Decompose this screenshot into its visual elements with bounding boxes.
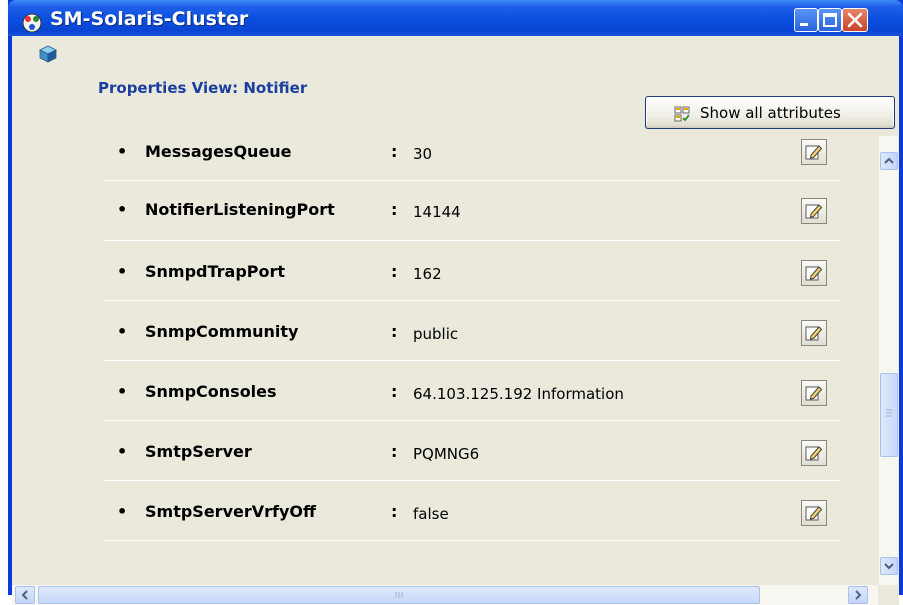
vertical-scroll-thumb[interactable] (880, 373, 898, 457)
bullet: • (117, 262, 128, 281)
edit-icon (805, 326, 823, 341)
properties-list: • MessagesQueue : 30 • NotifierListening… (12, 136, 878, 585)
edit-icon (805, 266, 823, 281)
list-item: • SmtpServerVrfyOff : false (12, 481, 878, 541)
show-attributes-icon (674, 106, 690, 122)
close-icon (847, 12, 863, 28)
property-value: 162 (413, 265, 442, 283)
page-title: Properties View: Notifier (98, 79, 308, 97)
bullet: • (117, 142, 128, 161)
chevron-left-icon (21, 590, 28, 600)
list-item: • SnmpConsoles : 64.103.125.192 Informat… (12, 361, 878, 421)
scroll-right-button[interactable] (848, 586, 868, 604)
grip-icon (395, 592, 403, 598)
scroll-down-button[interactable] (880, 557, 898, 575)
property-value: 14144 (413, 203, 461, 221)
scroll-up-button[interactable] (880, 152, 898, 170)
separator: : (391, 262, 398, 281)
app-window: SM-Solaris-Cluster Properties View: Noti… (8, 0, 903, 605)
horizontal-scrollbar[interactable] (12, 585, 878, 605)
scrollbar-corner (878, 585, 899, 605)
edit-button[interactable] (801, 440, 827, 466)
bullet: • (117, 200, 128, 219)
property-name: SmtpServerVrfyOff (145, 502, 316, 521)
window-client: Properties View: Notifier Show all attri… (12, 36, 899, 605)
close-button[interactable] (842, 8, 868, 32)
list-item: • SnmpCommunity : public (12, 301, 878, 361)
show-all-attributes-button[interactable]: Show all attributes (645, 96, 895, 129)
edit-icon (805, 145, 823, 160)
list-item: • MessagesQueue : 30 (12, 136, 878, 181)
property-name: MessagesQueue (145, 142, 292, 161)
bullet: • (117, 382, 128, 401)
scroll-left-button[interactable] (15, 586, 35, 604)
separator: : (391, 142, 398, 161)
property-value: 64.103.125.192 Information (413, 385, 624, 403)
chevron-right-icon (855, 590, 862, 600)
edit-button[interactable] (801, 500, 827, 526)
separator: : (391, 502, 398, 521)
row-divider (104, 540, 840, 541)
cube-icon (39, 45, 57, 63)
list-item: • NotifierListeningPort : 14144 (12, 181, 878, 241)
property-name: SnmpCommunity (145, 322, 299, 341)
title-bar[interactable]: SM-Solaris-Cluster (8, 0, 903, 36)
property-value: 30 (413, 145, 433, 163)
bullet: • (117, 322, 128, 341)
window-title: SM-Solaris-Cluster (50, 8, 249, 30)
show-all-attributes-label: Show all attributes (700, 104, 841, 122)
property-value: PQMNG6 (413, 445, 480, 463)
edit-icon (805, 386, 823, 401)
vertical-scrollbar[interactable] (878, 136, 898, 585)
property-name: SnmpConsoles (145, 382, 277, 401)
list-item: • SnmpdTrapPort : 162 (12, 241, 878, 301)
list-item: • SmtpServer : PQMNG6 (12, 421, 878, 481)
separator: : (391, 322, 398, 341)
chevron-up-icon (884, 157, 894, 164)
edit-button[interactable] (801, 320, 827, 346)
edit-button[interactable] (801, 139, 827, 165)
edit-icon (805, 446, 823, 461)
edit-button[interactable] (801, 380, 827, 406)
maximize-icon (823, 13, 837, 27)
bullet: • (117, 442, 128, 461)
cluster-app-icon (22, 13, 42, 33)
chevron-down-icon (884, 563, 894, 570)
separator: : (391, 200, 398, 219)
separator: : (391, 382, 398, 401)
property-value: public (413, 325, 459, 343)
minimize-button[interactable] (794, 8, 818, 32)
property-name: SnmpdTrapPort (145, 262, 286, 281)
property-value: false (413, 505, 449, 523)
edit-icon (805, 506, 823, 521)
grip-icon (886, 409, 892, 417)
property-name: SmtpServer (145, 442, 252, 461)
maximize-button[interactable] (818, 8, 842, 32)
separator: : (391, 442, 398, 461)
edit-button[interactable] (801, 198, 827, 224)
property-name: NotifierListeningPort (145, 200, 335, 219)
edit-button[interactable] (801, 260, 827, 286)
edit-icon (805, 204, 823, 219)
bullet: • (117, 502, 128, 521)
horizontal-scroll-thumb[interactable] (38, 586, 760, 604)
minimize-icon (800, 23, 808, 26)
